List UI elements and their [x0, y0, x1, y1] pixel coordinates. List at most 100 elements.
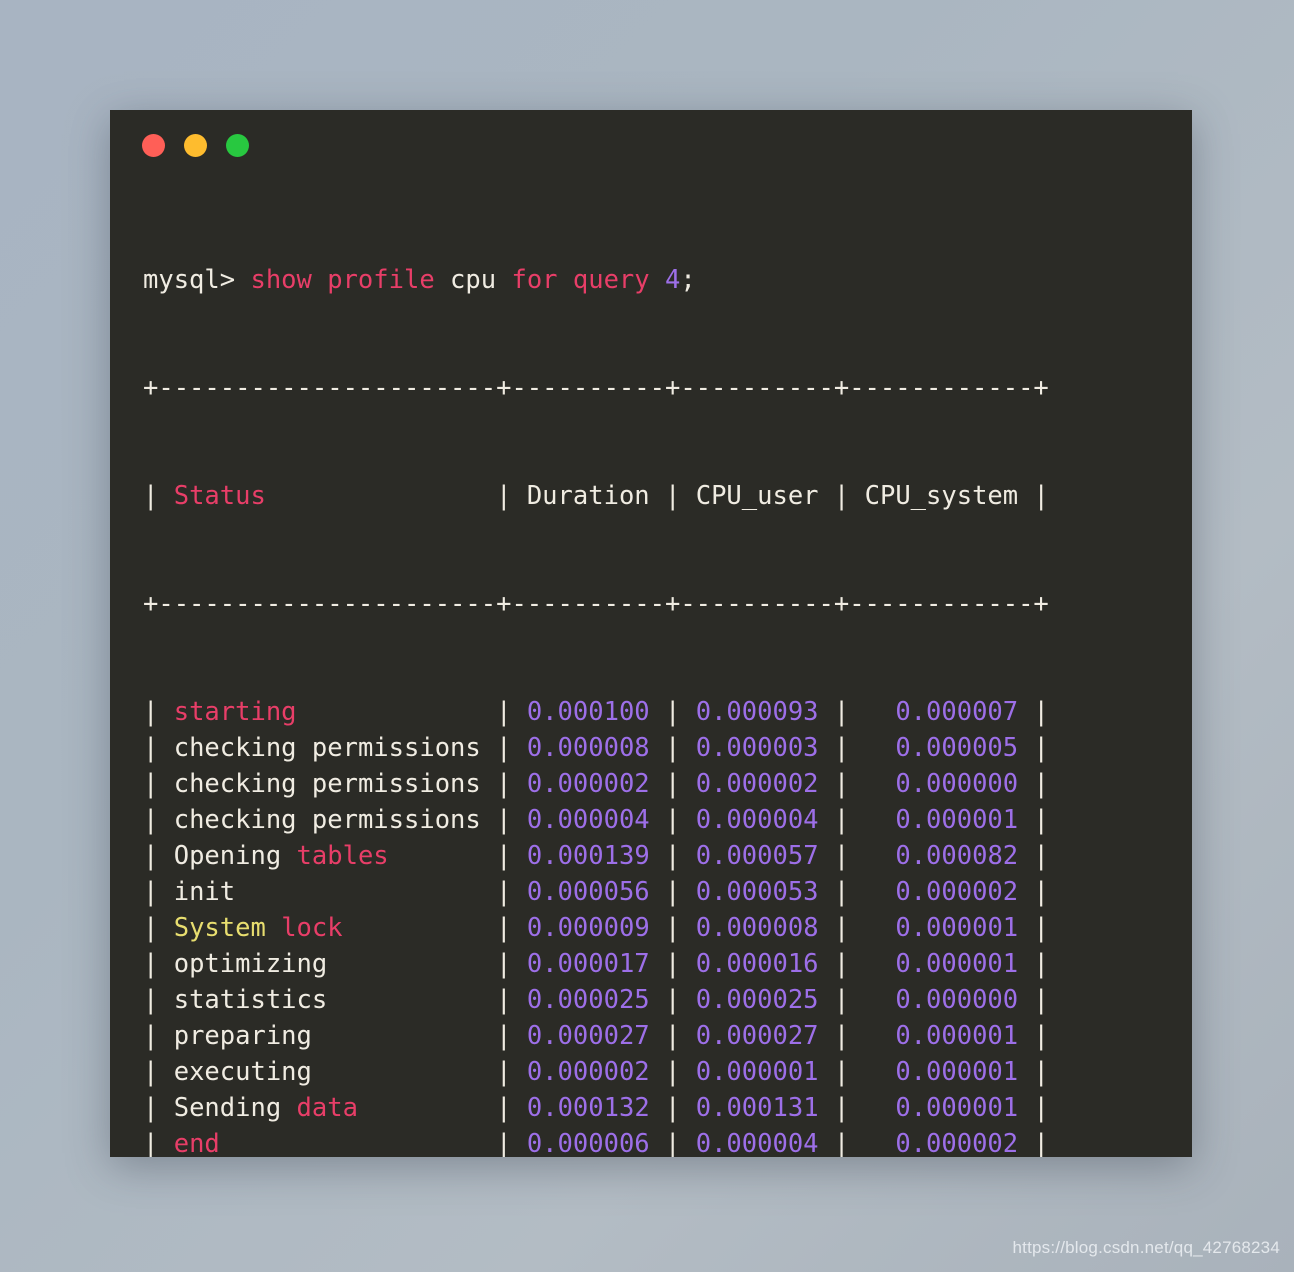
cell-divider: |	[818, 1129, 865, 1157]
cell-divider: |	[649, 949, 696, 979]
table-row: | preparing | 0.000027 | 0.000027 | 0.00…	[143, 1018, 1192, 1054]
cell-divider: |	[1018, 1057, 1049, 1087]
cell-divider: |	[1018, 985, 1049, 1015]
cell-divider: |	[649, 1093, 696, 1123]
cell-status: statistics	[173, 985, 481, 1015]
cell-status: System	[173, 913, 266, 943]
table-row: | Opening tables | 0.000139 | 0.000057 |…	[143, 838, 1192, 874]
cell-cpu-system: 0.000082	[864, 841, 1019, 871]
cell-duration: 0.000006	[526, 1129, 650, 1157]
table-row: | statistics | 0.000025 | 0.000025 | 0.0…	[143, 982, 1192, 1018]
cell-cpu-user: 0.000053	[695, 877, 819, 907]
cell-divider: |	[649, 769, 696, 799]
maximize-button[interactable]	[226, 133, 249, 157]
cell-cpu-system: 0.000001	[864, 1057, 1019, 1087]
cell-divider: |	[818, 805, 865, 835]
cell-divider: |	[480, 841, 527, 871]
cell-duration: 0.000132	[526, 1093, 650, 1123]
cell-divider: |	[818, 913, 865, 943]
cell-divider: |	[143, 805, 174, 835]
cell-divider: |	[649, 733, 696, 763]
cell-divider: |	[480, 877, 527, 907]
cell-divider: |	[818, 949, 865, 979]
cell-cpu-system: 0.000001	[864, 949, 1019, 979]
cell-status: optimizing	[173, 949, 481, 979]
table-separator-header: +----------------------+----------+-----…	[143, 589, 1049, 619]
cell-cpu-system: 0.000000	[864, 985, 1019, 1015]
cell-divider: |	[818, 733, 865, 763]
cell-divider: |	[1018, 841, 1049, 871]
cell-divider: |	[143, 913, 174, 943]
cell-padding	[358, 1093, 481, 1123]
table-row: | init | 0.000056 | 0.000053 | 0.000002 …	[143, 874, 1192, 910]
command-segment: mysql>	[143, 265, 251, 295]
close-button[interactable]	[142, 133, 165, 157]
cell-cpu-user: 0.000131	[695, 1093, 819, 1123]
cell-divider: |	[480, 1093, 527, 1123]
watermark: https://blog.csdn.net/qq_42768234	[1012, 1238, 1280, 1257]
table-rows: | starting | 0.000100 | 0.000093 | 0.000…	[143, 694, 1192, 1157]
cell-divider: |	[1018, 949, 1049, 979]
cell-duration: 0.000002	[526, 769, 650, 799]
cell-divider: |	[818, 769, 865, 799]
cell-divider: |	[649, 841, 696, 871]
cell-divider: |	[143, 841, 174, 871]
cell-duration: 0.000002	[526, 1057, 650, 1087]
cell-divider: |	[818, 481, 865, 511]
table-row: | checking permissions | 0.000002 | 0.00…	[143, 766, 1192, 802]
cell-divider: |	[143, 769, 174, 799]
column-header-cpu-user: CPU_user	[695, 481, 819, 511]
table-row: | System lock | 0.000009 | 0.000008 | 0.…	[143, 910, 1192, 946]
cell-duration: 0.000027	[526, 1021, 650, 1051]
cell-divider: |	[649, 1129, 696, 1157]
cell-divider: |	[480, 1057, 527, 1087]
cell-divider: |	[649, 1057, 696, 1087]
table-row: | end | 0.000006 | 0.000004 | 0.000002 |	[143, 1126, 1192, 1157]
cell-divider: |	[143, 1129, 174, 1157]
column-header-status: Status	[173, 481, 481, 511]
cell-status: starting	[173, 697, 481, 727]
cell-divider: |	[143, 877, 174, 907]
cell-divider: |	[480, 985, 527, 1015]
command-line: mysql> show profile cpu for query 4;	[143, 262, 1192, 298]
cell-status: checking permissions	[173, 805, 481, 835]
cell-divider: |	[480, 1129, 527, 1157]
cell-duration: 0.000100	[526, 697, 650, 727]
cell-duration: 0.000008	[526, 733, 650, 763]
column-header-cpu-system: CPU_system	[864, 481, 1019, 511]
cell-status	[266, 913, 281, 943]
cell-cpu-user: 0.000003	[695, 733, 819, 763]
cell-divider: |	[480, 805, 527, 835]
cell-divider: |	[1018, 805, 1049, 835]
command-segment: 4	[665, 265, 681, 295]
table-row: | optimizing | 0.000017 | 0.000016 | 0.0…	[143, 946, 1192, 982]
cell-status: executing	[173, 1057, 481, 1087]
cell-divider: |	[818, 877, 865, 907]
cell-divider: |	[818, 841, 865, 871]
cell-divider: |	[143, 697, 174, 727]
command-segment: cpu	[434, 265, 512, 295]
titlebar	[110, 110, 1192, 180]
cell-divider: |	[1018, 1093, 1049, 1123]
cell-cpu-system: 0.000001	[864, 1093, 1019, 1123]
cell-cpu-user: 0.000002	[695, 769, 819, 799]
cell-status: Sending	[173, 1093, 297, 1123]
cell-status: preparing	[173, 1021, 481, 1051]
command-segment: ;	[680, 265, 696, 295]
cell-cpu-system: 0.000002	[864, 877, 1019, 907]
cell-divider: |	[649, 697, 696, 727]
minimize-button[interactable]	[184, 133, 207, 157]
cell-divider: |	[1018, 1021, 1049, 1051]
cell-status: init	[173, 877, 481, 907]
terminal-output[interactable]: mysql> show profile cpu for query 4; +--…	[110, 180, 1192, 1157]
cell-divider: |	[1018, 877, 1049, 907]
cell-divider: |	[143, 1021, 174, 1051]
cell-divider: |	[818, 1057, 865, 1087]
cell-divider: |	[143, 985, 174, 1015]
cell-cpu-user: 0.000008	[695, 913, 819, 943]
cell-cpu-user: 0.000025	[695, 985, 819, 1015]
table-separator-top: +----------------------+----------+-----…	[143, 373, 1049, 403]
cell-cpu-user: 0.000004	[695, 1129, 819, 1157]
cell-cpu-user: 0.000057	[695, 841, 819, 871]
cell-divider: |	[480, 1021, 527, 1051]
